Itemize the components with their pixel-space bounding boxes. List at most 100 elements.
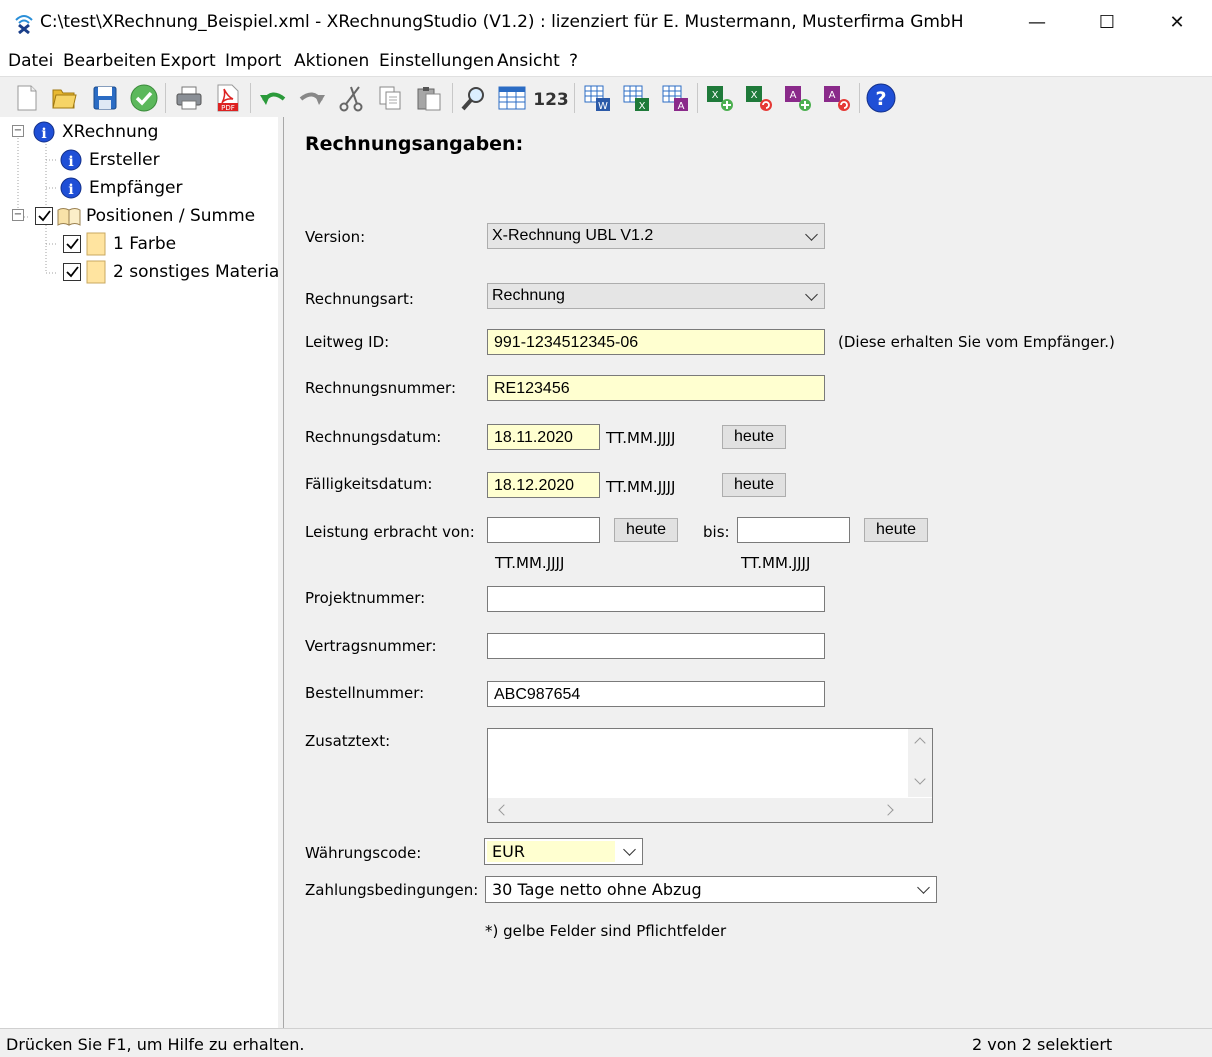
tree-node-xrechnung[interactable]: XRechnung — [62, 122, 158, 142]
info-icon: i — [60, 177, 82, 199]
service-to-input[interactable] — [737, 517, 850, 543]
vertical-scrollbar[interactable] — [908, 729, 932, 797]
version-value: X-Rechnung UBL V1.2 — [492, 227, 654, 244]
extra-text-area[interactable] — [487, 728, 933, 823]
number-format-icon[interactable]: 123 — [534, 81, 568, 115]
export-access-icon[interactable]: A — [658, 81, 692, 115]
invoice-date-label: Rechnungsdatum: — [305, 428, 442, 446]
tree-collapse-positions[interactable]: − — [12, 209, 24, 221]
positions-checkbox[interactable] — [35, 207, 53, 225]
app-icon — [15, 15, 33, 34]
version-select[interactable]: X-Rechnung UBL V1.2 — [487, 223, 825, 249]
info-icon: i — [33, 121, 55, 143]
tree-collapse-root[interactable]: − — [12, 125, 24, 137]
invoice-date-today-button[interactable]: heute — [722, 425, 786, 449]
menu-ansicht[interactable]: Ansicht — [497, 51, 560, 71]
svg-text:A: A — [829, 90, 836, 101]
tree-node-ersteller[interactable]: Ersteller — [89, 150, 160, 170]
help-icon[interactable]: ? — [864, 81, 898, 115]
minimize-button[interactable]: — — [1002, 0, 1072, 46]
tree-node-item-2[interactable]: 2 sonstiges Material — [113, 262, 284, 282]
invoice-type-label: Rechnungsart: — [305, 290, 414, 308]
pdf-icon[interactable]: PDF — [211, 81, 245, 115]
checkmark-icon — [66, 238, 79, 250]
import-access-refresh-icon[interactable]: A — [820, 81, 854, 115]
svg-text:W: W — [598, 101, 608, 112]
due-date-today-button[interactable]: heute — [722, 473, 786, 497]
tree-node-item-1[interactable]: 1 Farbe — [113, 234, 176, 254]
validate-check-icon[interactable] — [127, 81, 161, 115]
cut-icon[interactable] — [334, 81, 368, 115]
save-icon[interactable] — [88, 81, 122, 115]
print-icon[interactable] — [172, 81, 206, 115]
order-number-input[interactable]: ABC987654 — [487, 681, 825, 707]
search-icon[interactable] — [457, 81, 491, 115]
service-to-label: bis: — [703, 523, 730, 541]
undo-icon[interactable] — [256, 81, 290, 115]
table-icon[interactable] — [495, 81, 529, 115]
svg-text:X: X — [751, 90, 758, 101]
menu-export[interactable]: Export — [160, 51, 216, 71]
contract-number-label: Vertragsnummer: — [305, 637, 437, 655]
toolbar: PDF 123 W X A X X A A ? — [0, 76, 1212, 118]
project-number-input[interactable] — [487, 586, 825, 612]
scroll-up-icon[interactable] — [914, 737, 926, 749]
service-from-input[interactable] — [487, 517, 600, 543]
maximize-button[interactable]: ☐ — [1072, 0, 1142, 46]
menu-bearbeiten[interactable]: Bearbeiten — [63, 51, 156, 71]
payment-terms-label: Zahlungsbedingungen: — [305, 881, 479, 899]
open-folder-icon[interactable] — [47, 81, 81, 115]
checkmark-icon — [66, 266, 79, 278]
tree-node-empfaenger[interactable]: Empfänger — [89, 178, 183, 198]
scroll-down-icon[interactable] — [914, 773, 926, 785]
invoice-type-select[interactable]: Rechnung — [487, 283, 825, 309]
import-access-add-icon[interactable]: A — [781, 81, 815, 115]
import-excel-refresh-icon[interactable]: X — [742, 81, 776, 115]
contract-number-input[interactable] — [487, 633, 825, 659]
document-icon — [86, 232, 106, 256]
svg-text:X: X — [639, 101, 646, 112]
import-excel-add-icon[interactable]: X — [703, 81, 737, 115]
menu-einstellungen[interactable]: Einstellungen — [379, 51, 494, 71]
chevron-down-icon — [805, 288, 818, 301]
svg-text:X: X — [712, 90, 719, 101]
close-button[interactable]: ✕ — [1142, 0, 1212, 46]
scroll-right-icon[interactable] — [882, 804, 894, 816]
copy-icon[interactable] — [373, 81, 407, 115]
open-book-icon — [57, 208, 81, 226]
svg-text:i: i — [41, 126, 46, 142]
redo-icon[interactable] — [295, 81, 329, 115]
tree-node-positionen[interactable]: Positionen / Summe — [86, 206, 255, 226]
invoice-date-input[interactable]: 18.11.2020 — [487, 424, 600, 450]
invoice-number-input[interactable]: RE123456 — [487, 375, 825, 401]
service-to-today-button[interactable]: heute — [864, 518, 928, 542]
svg-text:PDF: PDF — [221, 104, 235, 112]
service-from-today-button[interactable]: heute — [614, 518, 678, 542]
svg-text:?: ? — [875, 88, 886, 110]
status-help-text: Drücken Sie F1, um Hilfe zu erhalten. — [6, 1035, 305, 1054]
menu-import[interactable]: Import — [225, 51, 281, 71]
extra-text-label: Zusatztext: — [305, 732, 391, 750]
status-bar: Drücken Sie F1, um Hilfe zu erhalten. 2 … — [0, 1028, 1212, 1057]
currency-label: Währungscode: — [305, 844, 422, 862]
project-number-label: Projektnummer: — [305, 589, 426, 607]
currency-value: EUR — [487, 841, 615, 862]
due-date-input[interactable]: 18.12.2020 — [487, 472, 600, 498]
item1-checkbox[interactable] — [63, 235, 81, 253]
item2-checkbox[interactable] — [63, 263, 81, 281]
horizontal-scrollbar[interactable] — [488, 798, 908, 822]
export-word-icon[interactable]: W — [580, 81, 614, 115]
svg-text:i: i — [68, 154, 73, 170]
payment-terms-select[interactable]: 30 Tage netto ohne Abzug — [485, 876, 937, 903]
menu-aktionen[interactable]: Aktionen — [294, 51, 369, 71]
paste-icon[interactable] — [412, 81, 446, 115]
menu-datei[interactable]: Datei — [8, 51, 53, 71]
export-excel-icon[interactable]: X — [619, 81, 653, 115]
scroll-left-icon[interactable] — [498, 804, 510, 816]
currency-select[interactable]: EUR — [484, 838, 643, 865]
invoice-number-label: Rechnungsnummer: — [305, 379, 457, 397]
invoice-form: Rechnungsangaben: Version: X-Rechnung UB… — [284, 117, 1212, 1028]
leitweg-input[interactable]: 991-1234512345-06 — [487, 329, 825, 355]
menu-help[interactable]: ? — [569, 51, 578, 71]
new-file-icon[interactable] — [10, 81, 44, 115]
